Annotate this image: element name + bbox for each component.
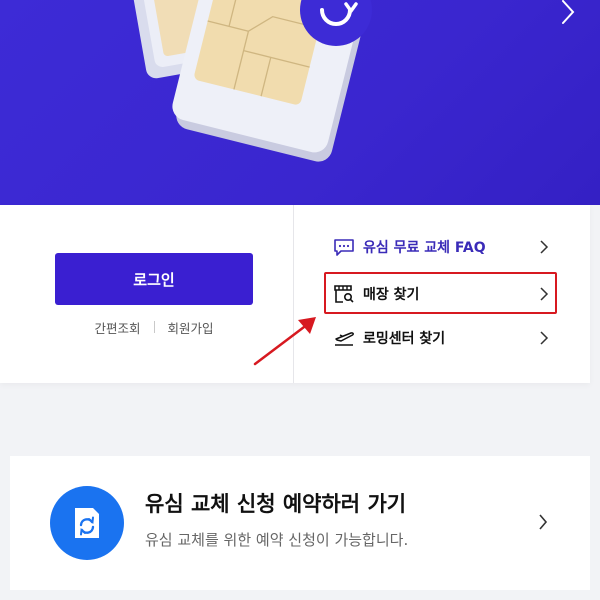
menu-item-label: 유심 무료 교체 FAQ [363,240,486,256]
banner-next-button[interactable] [560,0,600,30]
divider [153,321,155,333]
menu-item-label: 로밍센터 찾기 [363,331,446,347]
sim-reservation-card[interactable]: 유심 교체 신청 예약하러 가기 유심 교체를 위한 예약 신청이 가능합니다. [10,456,590,590]
chevron-right-icon [536,514,550,530]
menu-item-roaming-center[interactable]: 로밍센터 찾기 [325,319,555,357]
airplane-icon [333,327,355,349]
chat-dots-icon [333,236,355,258]
chevron-right-icon [562,0,575,24]
sim-card-illustration [130,0,372,162]
chevron-right-icon [537,331,551,345]
sub-links: 간편조회 회원가입 [55,318,253,336]
quick-lookup-link[interactable]: 간편조회 [94,318,140,337]
highlight-box [324,272,557,314]
login-button[interactable]: 로그인 [55,253,253,305]
promo-banner [0,0,600,205]
reservation-description: 유심 교체를 위한 예약 신청이 가능합니다. [145,531,409,549]
chevron-right-icon [537,240,551,254]
menu-item-faq[interactable]: 유심 무료 교체 FAQ [325,228,555,266]
sim-refresh-icon [50,486,124,560]
sign-up-link[interactable]: 회원가입 [168,318,214,337]
reservation-title: 유심 교체 신청 예약하러 가기 [145,492,407,516]
annotation-arrow-icon [253,317,316,366]
